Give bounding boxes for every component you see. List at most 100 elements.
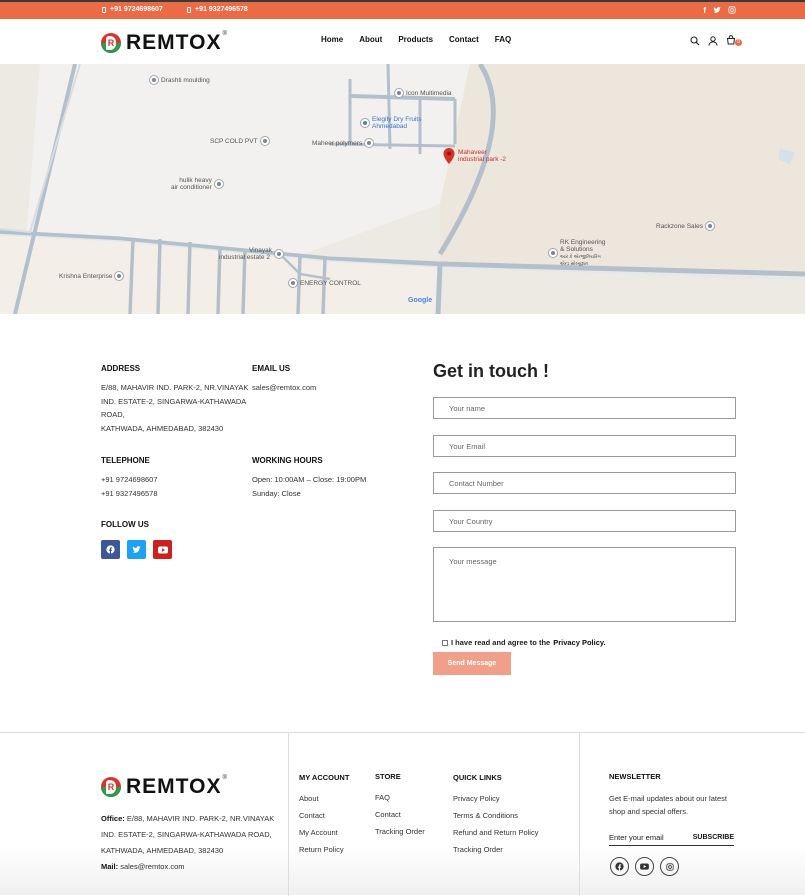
twitter-icon[interactable] [713,6,721,14]
facebook-icon[interactable]: f [703,6,706,15]
my-account-heading: MY ACCOUNT [299,773,350,782]
map-place-elegity[interactable]: Elegity Dry Fruits Ahmedabad [361,116,421,130]
footer-link-about[interactable]: About [299,794,349,803]
header-icons: 0 [690,32,742,50]
cart-button[interactable]: 0 [726,32,742,50]
main-nav: Home About Products Contact FAQ [321,35,527,44]
map-pin-icon [260,137,269,145]
address-heading: ADDRESS [101,364,141,373]
map-pin-icon [361,119,369,127]
map-place-hulik[interactable]: hulik heavy air conditioner [171,177,223,191]
footer-link-privacy-policy[interactable]: Privacy Policy [453,794,538,803]
address-line: KATHWADA, AHMEDABAD, 382430 [101,423,224,433]
footer-link-contact[interactable]: Contact [299,811,349,820]
top-social: f [703,6,736,15]
facebook-icon[interactable] [610,857,629,876]
footer-divider [288,733,289,896]
address-line: IND. ESTATE-2, SINGARWA-KATHAWADA [101,396,247,406]
message-field[interactable]: Your message [433,547,736,622]
privacy-policy-link[interactable]: Privacy Policy. [553,638,605,647]
hours-line: Sunday: Close [252,488,301,498]
map-place-energy[interactable]: ENERGY CONTROL [289,279,361,287]
address-line: E/88, MAHAVIR IND. PARK-2, NR.VINAYAK [101,383,249,392]
newsletter-email-input[interactable]: Enter your email [609,833,664,842]
email-field[interactable]: Your Email [433,435,736,457]
email-link[interactable]: sales@remtox.com [252,381,402,395]
subscribe-button[interactable]: SUBSCRIBE [693,834,734,841]
phone-link-2[interactable]: +91 9327496578 [187,6,248,13]
footer-link-tracking-order[interactable]: Tracking Order [453,845,538,854]
site-header: R REMTOX ® Home About Products Contact F… [0,19,805,64]
instagram-icon[interactable] [660,857,679,876]
cart-count-badge: 0 [735,39,742,46]
map-pin-icon [150,76,158,84]
footer-link-my-account[interactable]: My Account [299,828,349,837]
twitter-icon[interactable] [127,540,146,559]
facebook-icon[interactable] [101,540,120,559]
office-address: E/88, MAHAVIR IND. PARK-2, NR.VINAYAK IN… [101,814,275,855]
search-icon[interactable] [690,36,700,46]
nav-home[interactable]: Home [321,35,343,44]
map-place-vinayak[interactable]: Vinayak industrial estate 2 [219,247,284,261]
map-place-rackzone[interactable]: Rackzone Sales [656,222,714,230]
footer-link-contact[interactable]: Contact [375,810,425,819]
nav-products[interactable]: Products [398,35,433,44]
site-logo[interactable]: R REMTOX ® [101,31,227,55]
map-pin-icon [275,250,284,258]
telephone-link[interactable]: +91 9724698607 [101,473,251,487]
email-block: EMAIL US sales@remtox.com [252,364,402,395]
nav-contact[interactable]: Contact [449,35,479,44]
map-place-scp[interactable]: SCP COLD PVT [210,137,269,145]
phone-link-1[interactable]: +91 9724698607 [102,6,163,13]
store-heading: STORE [375,772,401,781]
map-pin-icon [395,89,403,97]
footer-link-faq[interactable]: FAQ [375,793,425,802]
name-field[interactable]: Your name [433,397,736,419]
youtube-icon[interactable] [635,857,654,876]
footer-link-refund-policy[interactable]: Refund and Return Policy [453,828,538,837]
office-label: Office: [101,814,125,823]
country-field[interactable]: Your Country [433,510,736,532]
map-pin-icon [549,249,557,257]
hours-block: WORKING HOURS Open: 10:00AM – Close: 19:… [252,456,412,500]
map-place-rk[interactable]: RK Engineering & Solutions આર કે એન્જીનિયર… [549,239,606,267]
map-place-krishna[interactable]: Krishna Enterprise [59,272,124,280]
mail-label: Mail: [101,862,119,871]
telephone-link[interactable]: +91 9327496578 [101,487,251,501]
footer-link-return-policy[interactable]: Return Policy [299,845,349,854]
quick-links-heading: QUICK LINKS [453,773,502,782]
youtube-icon[interactable] [153,540,172,559]
logo-text: REMTOX [126,775,222,798]
newsletter-text: Get E-mail updates about our latest shop… [609,794,727,816]
logo-reg: ® [222,31,227,37]
phone-field[interactable]: Contact Number [433,472,736,494]
my-account-column: MY ACCOUNT About Contact My Account Retu… [299,773,349,862]
instagram-icon[interactable] [728,6,736,14]
footer-link-terms[interactable]: Terms & Conditions [453,811,538,820]
map-place-icon-multimedia[interactable]: Icon Multimedia [395,89,452,97]
footer-email-link[interactable]: sales@remtox.com [120,862,184,871]
map-pin-icon [365,139,374,147]
map-label: Elegity Dry Fruits Ahmedabad [372,116,422,130]
send-message-button[interactable]: Send Message [433,652,511,675]
site-footer: R REMTOX ® Office: E/88, MAHAVIR IND. PA… [0,732,805,896]
nav-about[interactable]: About [359,35,382,44]
map-pin-icon [115,272,124,280]
address-line: ROAD, [101,410,125,419]
follow-heading: FOLLOW US [101,520,149,529]
follow-social-list [101,540,172,559]
map-place-drashti[interactable]: Drashti moulding [150,76,210,84]
map-place-mahaveer[interactable]: Mahaveer industrial park -2 [443,148,506,164]
logo-reg: ® [222,775,227,781]
location-map[interactable]: Drashti moulding Icon Multimedia Elegity… [0,64,805,314]
map-place-maheer[interactable]: Maheer polymers [312,139,374,147]
footer-link-tracking-order[interactable]: Tracking Order [375,827,425,836]
footer-logo[interactable]: R REMTOX ® [101,775,227,799]
map-pin-icon [214,180,223,188]
newsletter-heading: NEWSLETTER [609,772,661,781]
logo-text: REMTOX [126,31,222,54]
nav-faq[interactable]: FAQ [495,35,511,44]
map-pin-icon [289,279,297,287]
user-icon[interactable] [708,36,718,46]
agree-checkbox[interactable] [442,639,448,646]
